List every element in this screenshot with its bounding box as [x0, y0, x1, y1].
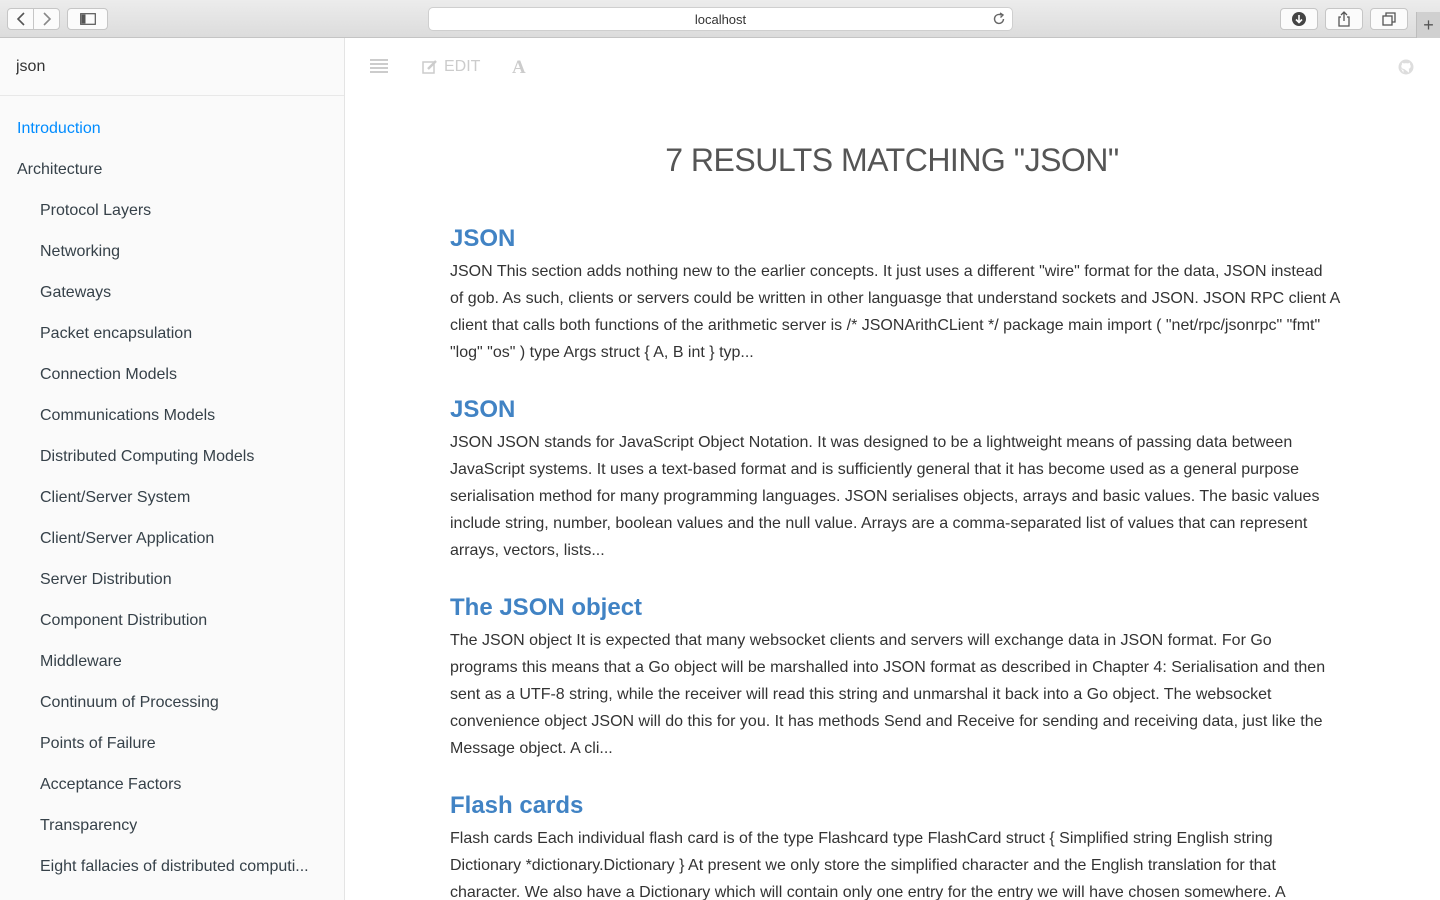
hamburger-icon	[370, 59, 388, 73]
sidebar-item[interactable]: Architecture	[0, 149, 344, 190]
sidebar-item-label: Packet encapsulation	[40, 324, 193, 342]
sidebar-item-label: Points of Failure	[40, 734, 156, 752]
sidebar-item[interactable]: Server Distribution	[0, 559, 344, 600]
search-results-list: JSON JSON This section adds nothing new t…	[450, 224, 1340, 900]
sidebar-item-label: Communications Models	[40, 406, 216, 424]
sidebar-item-label: Continuum of Processing	[40, 693, 219, 711]
new-tab-button[interactable]: +	[1416, 12, 1440, 38]
search-result: The JSON object The JSON object It is exp…	[450, 593, 1340, 762]
search-result-title-link[interactable]: Flash cards	[450, 791, 1340, 821]
download-icon	[1292, 12, 1306, 26]
sidebar-item[interactable]: Component Distribution	[0, 600, 344, 641]
sidebar-item-label: Protocol Layers	[40, 201, 152, 219]
search-result-snippet: JSON This section adds nothing new to th…	[450, 263, 1340, 361]
sidebar-item-label: Client/Server Application	[40, 529, 215, 547]
sidebar-item-label: Component Distribution	[40, 611, 208, 629]
edit-icon	[422, 60, 437, 74]
sidebar-item-label: Distributed Computing Models	[40, 447, 255, 465]
browser-toolbar: localhost +	[0, 0, 1440, 38]
show-sidebar-button[interactable]	[67, 8, 108, 30]
search-result-snippet: JSON JSON stands for JavaScript Object N…	[450, 434, 1320, 559]
search-result: JSON JSON JSON stands for JavaScript Obje…	[450, 395, 1340, 564]
sidebar-item[interactable]: Communications Models	[0, 395, 344, 436]
font-settings-button[interactable]: A	[512, 57, 526, 79]
sidebar-item[interactable]: Transparency	[0, 805, 344, 846]
summary-list: Introduction Architecture Protocol Layers N…	[0, 96, 344, 887]
tabs-icon	[1382, 12, 1396, 26]
sidebar-item[interactable]: Connection Models	[0, 354, 344, 395]
share-icon	[1338, 11, 1350, 27]
forward-button[interactable]	[33, 8, 60, 30]
results-heading: 7 RESULTS MATCHING "JSON"	[665, 142, 1119, 178]
sidebar-item[interactable]: Client/Server Application	[0, 518, 344, 559]
sidebar-item-label: Acceptance Factors	[40, 775, 182, 793]
sidebar-item[interactable]: Acceptance Factors	[0, 764, 344, 805]
share-button[interactable]	[1325, 8, 1363, 30]
sidebar-item[interactable]: Points of Failure	[0, 723, 344, 764]
sidebar-item[interactable]: Eight fallacies of distributed computi..…	[0, 846, 344, 887]
book-header: EDIT A	[346, 38, 1440, 96]
sidebar-item[interactable]: Distributed Computing Models	[0, 436, 344, 477]
toggle-sidebar-button[interactable]	[370, 59, 388, 73]
address-url: localhost	[694, 11, 747, 27]
edit-button[interactable]: EDIT	[422, 58, 480, 76]
search-result-title-link[interactable]: JSON	[450, 224, 1340, 254]
sidebar-item-label: Eight fallacies of distributed computi..…	[40, 857, 309, 875]
sidebar-item[interactable]: Gateways	[0, 272, 344, 313]
reload-icon[interactable]	[992, 12, 1006, 29]
sidebar-item-label: Connection Models	[40, 365, 177, 383]
sidebar-item[interactable]: Continuum of Processing	[0, 682, 344, 723]
chevron-left-icon	[16, 12, 25, 26]
github-icon	[1398, 59, 1414, 75]
github-button[interactable]	[1398, 59, 1414, 75]
sidebar-item-label: Architecture	[17, 160, 103, 178]
edit-label: EDIT	[444, 58, 481, 75]
chevron-right-icon	[42, 12, 51, 26]
sidebar-item-label: Networking	[40, 242, 121, 260]
address-bar[interactable]: localhost	[428, 7, 1013, 31]
show-tabs-button[interactable]	[1370, 8, 1408, 30]
search-result-title-link[interactable]: JSON	[450, 395, 1340, 425]
sidebar-item[interactable]: Networking	[0, 231, 344, 272]
search-box	[0, 38, 344, 96]
search-result: Flash cards Flash cards Each individual f…	[450, 791, 1340, 900]
downloads-button[interactable]	[1280, 8, 1318, 30]
sidebar-item[interactable]: Introduction	[0, 108, 344, 149]
sidebar-item[interactable]: Middleware	[0, 641, 344, 682]
sidebar-item-label: Introduction	[17, 119, 101, 137]
sidebar-item-label: Server Distribution	[40, 570, 172, 588]
book-body: EDIT A 7 RESULTS MATCHING "JSON" JSON JSO…	[346, 38, 1440, 900]
search-result-title-link[interactable]: The JSON object	[450, 593, 1340, 623]
search-input[interactable]	[0, 57, 344, 76]
search-result: JSON JSON This section adds nothing new t…	[450, 224, 1340, 366]
sidebar-item[interactable]: Packet encapsulation	[0, 313, 344, 354]
back-button[interactable]	[7, 8, 34, 30]
sidebar-icon	[79, 13, 96, 25]
book-summary: Introduction Architecture Protocol Layers N…	[0, 38, 345, 900]
sidebar-item[interactable]: Protocol Layers	[0, 190, 344, 231]
search-result-snippet: The JSON object It is expected that many…	[450, 632, 1326, 757]
sidebar-item-label: Client/Server System	[40, 488, 191, 506]
font-icon: A	[512, 57, 526, 78]
search-result-snippet: Flash cards Each individual flash card i…	[450, 830, 1286, 900]
sidebar-item[interactable]: Client/Server System	[0, 477, 344, 518]
sidebar-item-label: Gateways	[40, 283, 112, 301]
sidebar-item-label: Transparency	[40, 816, 138, 834]
sidebar-item-label: Middleware	[40, 652, 122, 670]
